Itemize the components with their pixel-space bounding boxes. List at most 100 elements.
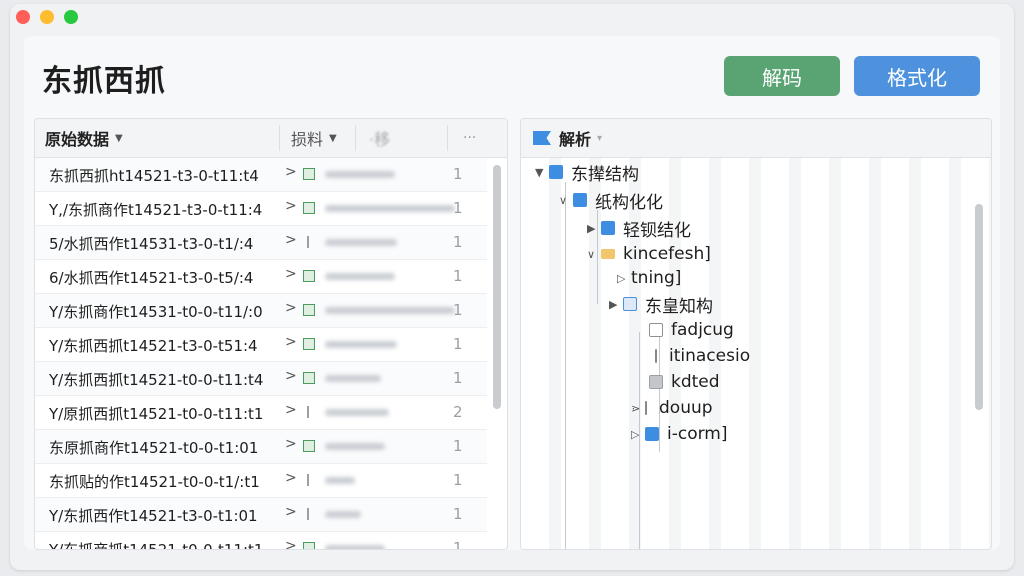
- blurred-value: [325, 205, 455, 212]
- row-count: 1: [453, 233, 463, 251]
- tree-node[interactable]: itinacesio: [655, 344, 750, 368]
- row-count: 1: [453, 335, 463, 353]
- column-header-label: 损料: [291, 130, 324, 149]
- table-row[interactable]: Y/东抓西抓t14521-t3-0-t51:4 > 1: [35, 328, 487, 362]
- chevron-down-icon[interactable]: ▼: [535, 166, 549, 179]
- page-title: 东抓西抓: [42, 64, 166, 99]
- row-count: 1: [453, 369, 463, 387]
- tree-node[interactable]: ▷ i-corm]: [631, 422, 728, 446]
- row-count: 1: [453, 301, 463, 319]
- tree-node[interactable]: ⋗ douup: [631, 396, 713, 420]
- tree-node[interactable]: ▼ 东撵结构: [535, 160, 639, 185]
- table-row[interactable]: Y/东抓商抓t14521-t0-0-t11:t1 > 1: [35, 532, 487, 550]
- row-count: 2: [453, 403, 463, 421]
- image-icon: [623, 297, 637, 311]
- minimize-window-button[interactable]: [40, 10, 54, 24]
- decode-button[interactable]: 解码: [724, 56, 840, 96]
- tree-node[interactable]: ∨ 纸构化化: [559, 188, 663, 213]
- chevron-down-icon[interactable]: ∨: [559, 194, 573, 207]
- table-row[interactable]: 东抓贴的作t14521-t0-0-t1/:t1 > 1: [35, 464, 487, 498]
- table-row[interactable]: Y/东抓商作t14531-t0-0-t11/:0 > 1: [35, 294, 487, 328]
- column-divider: [279, 125, 280, 151]
- table-row[interactable]: Y/东抓西抓t14521-t0-0-t11:t4 > 1: [35, 362, 487, 396]
- chevron-right-icon[interactable]: ⋗: [631, 402, 645, 415]
- chevron-right-icon[interactable]: ▶: [587, 222, 601, 235]
- tree-node[interactable]: ▷ tning]: [617, 266, 681, 290]
- parse-header: 解析 ▾: [521, 119, 991, 158]
- bar-status-icon: [307, 236, 309, 248]
- chevron-right-icon: >: [285, 504, 297, 520]
- tree-node[interactable]: ▶ 轻钡结化: [587, 216, 691, 241]
- chevron-right-icon[interactable]: ▷: [631, 428, 645, 441]
- tree-node-label: i-corm]: [667, 424, 728, 444]
- green-status-icon: [303, 372, 315, 384]
- blurred-value: [325, 171, 395, 178]
- row-count: 1: [453, 165, 463, 183]
- chevron-right-icon: >: [285, 470, 297, 486]
- close-window-button[interactable]: [16, 10, 30, 24]
- tree-node-label: 东撵结构: [571, 164, 639, 185]
- flag-icon: [533, 131, 551, 145]
- column-header-label: ·移: [369, 130, 391, 149]
- more-options-icon[interactable]: ···: [463, 119, 476, 157]
- row-text: Y/东抓西抓t14521-t0-0-t11:t4: [49, 371, 264, 389]
- raw-data-header: 原始数据 ▼ 损料 ▼ ·移 ···: [35, 119, 507, 158]
- maximize-window-button[interactable]: [64, 10, 78, 24]
- row-text: Y/原抓西抓t14521-t0-0-t11:t1: [49, 405, 264, 423]
- chevron-right-icon[interactable]: ▶: [609, 298, 623, 311]
- column-header-blurred[interactable]: ·移: [369, 119, 390, 157]
- left-scrollbar[interactable]: [493, 165, 501, 409]
- chevron-right-icon[interactable]: ▷: [617, 272, 631, 285]
- row-count: 1: [453, 437, 463, 455]
- tree-node-label: douup: [659, 398, 713, 418]
- chevron-right-icon: >: [285, 368, 297, 384]
- parse-header-label: 解析: [559, 130, 592, 149]
- table-row[interactable]: 5/水抓西作t14531-t3-0-t1/:4 > 1: [35, 226, 487, 260]
- parse-header-title[interactable]: 解析 ▾: [533, 119, 602, 157]
- blurred-value: [325, 341, 397, 348]
- caret-down-icon: ▼: [115, 132, 123, 144]
- tree-node[interactable]: ∨ kincefesh]: [587, 242, 711, 266]
- column-header-loss[interactable]: 损料 ▼: [291, 119, 337, 157]
- main-content: 东抓西抓 解码 格式化 原始数据 ▼ 损料 ▼ ·移 ··· 东抓西抓ht145…: [24, 36, 1000, 550]
- outline-square-icon: [649, 323, 663, 337]
- blurred-value: [325, 477, 355, 484]
- right-scrollbar[interactable]: [975, 204, 983, 410]
- column-header-label: 原始数据: [45, 130, 110, 149]
- chevron-right-icon: >: [285, 402, 297, 418]
- column-header-raw-data[interactable]: 原始数据 ▼: [45, 119, 123, 157]
- chevron-right-icon: >: [285, 266, 297, 282]
- blue-square-icon: [645, 427, 659, 441]
- row-count: 1: [453, 505, 463, 523]
- parse-tree: ▼ 东撵结构 ∨ 纸构化化 ▶ 轻钡结化 ∨ kincefesh] ▷ tnin…: [521, 158, 991, 549]
- folder-icon: [601, 249, 615, 259]
- chevron-right-icon: >: [285, 334, 297, 350]
- bar-icon: [655, 349, 657, 363]
- chevron-right-icon: >: [285, 538, 297, 550]
- chevron-down-icon[interactable]: ∨: [587, 248, 601, 261]
- chevron-right-icon: >: [285, 232, 297, 248]
- format-button[interactable]: 格式化: [854, 56, 980, 96]
- row-text: 5/水抓西作t14531-t3-0-t1/:4: [49, 235, 254, 253]
- row-text: Y,/东抓商作t14521-t3-0-t11:4: [49, 201, 263, 219]
- table-row[interactable]: 东原抓商作t14521-t0-0-t1:01 > 1: [35, 430, 487, 464]
- bar-icon: [645, 401, 647, 415]
- blurred-value: [325, 511, 361, 518]
- table-row[interactable]: 6/水抓西作t14521-t3-0-t5/:4 > 1: [35, 260, 487, 294]
- table-row[interactable]: Y/原抓西抓t14521-t0-0-t11:t1 > 2: [35, 396, 487, 430]
- table-row[interactable]: 东抓西抓ht14521-t3-0-t11:t4 > 1: [35, 158, 487, 192]
- column-header-label: ···: [463, 130, 477, 146]
- tree-node[interactable]: ▶ 东皇知构: [609, 292, 713, 317]
- tree-node-label: fadjcug: [671, 320, 734, 340]
- blurred-value: [325, 545, 385, 549]
- bar-status-icon: [307, 508, 309, 520]
- raw-data-panel: 原始数据 ▼ 损料 ▼ ·移 ··· 东抓西抓ht14521-t3-0-t11:…: [34, 118, 508, 550]
- table-row[interactable]: Y,/东抓商作t14521-t3-0-t11:4 > 1: [35, 192, 487, 226]
- tree-node[interactable]: kdted: [649, 370, 720, 394]
- blurred-value: [325, 443, 385, 450]
- table-row[interactable]: Y/东抓西作t14521-t3-0-t1:01 > 1: [35, 498, 487, 532]
- green-status-icon: [303, 202, 315, 214]
- tree-node[interactable]: fadjcug: [649, 318, 734, 342]
- tree-node-label: kincefesh]: [623, 244, 711, 264]
- chevron-right-icon: >: [285, 436, 297, 452]
